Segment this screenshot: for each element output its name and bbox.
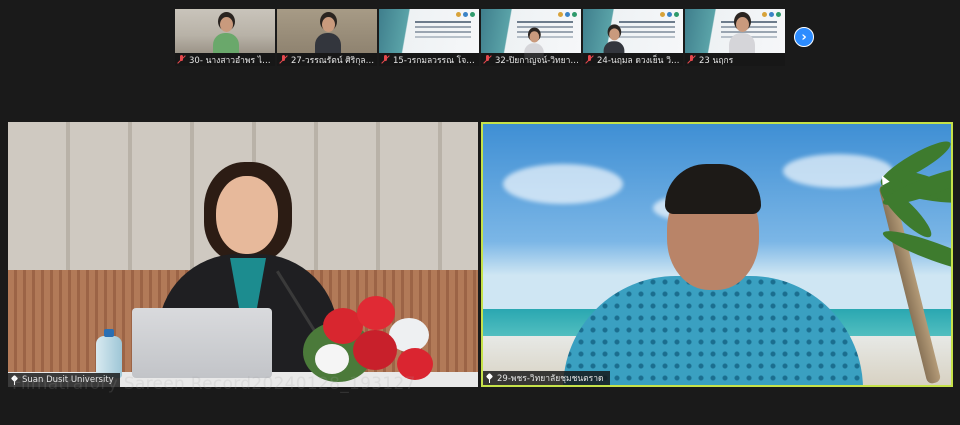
participant-name: 24-นฤมล ดวงเย็น วิทยาลั: [597, 55, 683, 66]
video-feed: [175, 9, 275, 53]
slide-logos: [762, 12, 781, 17]
chevron-right-icon: ›: [801, 29, 807, 45]
next-page-button[interactable]: ›: [794, 27, 814, 47]
shared-slide-feed: [583, 9, 683, 58]
participant-thumbnail[interactable]: 24-นฤมล ดวงเย็น วิทยาลั: [583, 9, 683, 66]
participant-name-bar: 24-นฤมล ดวงเย็น วิทยาลั: [583, 53, 683, 66]
video-tile-active-speaker[interactable]: 29-พชร-วิทยาลัยชุมชนตราด: [481, 122, 953, 387]
participant-name: 29-พชร-วิทยาลัยชุมชนตราด: [497, 374, 604, 384]
flower-bouquet: [293, 282, 453, 387]
participant-video: [213, 15, 239, 53]
pin-icon: [485, 374, 494, 383]
mic-muted-icon: [177, 55, 186, 64]
participant-thumbnail[interactable]: 27-วรรณรัตน์ ศิริกุลธร-วข: [277, 9, 377, 66]
participant-name: 15-วรกมลวรรณ โจสิลูกก: [393, 55, 479, 66]
speaker-video: [563, 164, 863, 385]
participant-strip: 30- นางสาวอำพร ไพฑูรย์ 27-วรรณรัตน์ ศิริ…: [175, 9, 785, 66]
slide-logos: [660, 12, 679, 17]
participant-name: 27-วรรณรัตน์ ศิริกุลธร-วข: [291, 55, 377, 66]
participant-name: 32-ปิยกาญจน์-วิทยาลัยชุ: [495, 55, 581, 66]
video-tile-suan-dusit[interactable]: Suan Dusit University: [8, 122, 478, 387]
mic-muted-icon: [585, 55, 594, 64]
shared-slide-feed: [379, 9, 479, 53]
recording-watermark: Filmatrafory Sareen Record20240128_19312…: [12, 374, 416, 394]
slide-logos: [558, 12, 577, 17]
participant-video: [729, 15, 755, 53]
slide-logos: [456, 12, 475, 17]
mic-muted-icon: [483, 55, 492, 64]
mic-muted-icon: [687, 55, 696, 64]
mic-muted-icon: [279, 55, 288, 64]
participant-thumbnail[interactable]: 32-ปิยกาญจน์-วิทยาลัยชุ: [481, 9, 581, 66]
participant-name: 23 นฤกร: [699, 55, 734, 66]
participant-name: 30- นางสาวอำพร ไพฑูรย์: [189, 55, 275, 66]
participant-name-bar: 23 นฤกร: [685, 53, 785, 66]
participant-name-bar: 15-วรกมลวรรณ โจสิลูกก: [379, 53, 479, 66]
participant-name-bar: 32-ปิยกาญจน์-วิทยาลัยชุ: [481, 53, 581, 66]
participant-video: [315, 15, 341, 53]
video-feed: [277, 9, 377, 53]
shared-slide-feed: [685, 9, 785, 53]
participant-thumbnail[interactable]: 23 นฤกร: [685, 9, 785, 66]
laptop: [132, 308, 272, 378]
tile-name-bar: 29-พชร-วิทยาลัยชุมชนตราด: [483, 371, 610, 385]
participant-thumbnail[interactable]: 15-วรกมลวรรณ โจสิลูกก: [379, 9, 479, 66]
participant-name-bar: 27-วรรณรัตน์ ศิริกุลธร-วข: [277, 53, 377, 66]
water-bottle: [96, 329, 122, 378]
shared-slide-feed: [481, 9, 581, 59]
mic-muted-icon: [381, 55, 390, 64]
participant-thumbnail[interactable]: 30- นางสาวอำพร ไพฑูรย์: [175, 9, 275, 66]
participant-name-bar: 30- นางสาวอำพร ไพฑูรย์: [175, 53, 275, 66]
